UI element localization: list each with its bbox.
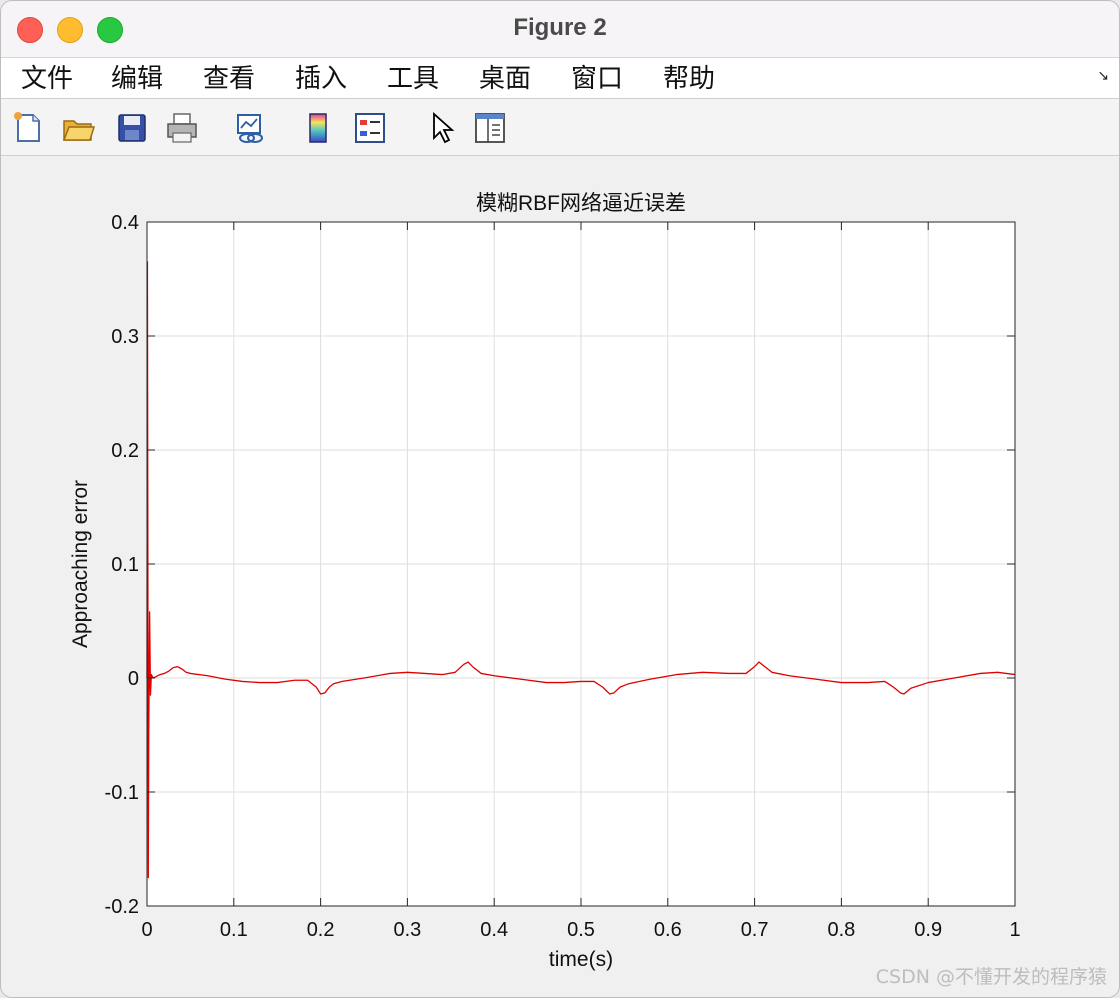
menu-help[interactable]: 帮助 <box>663 62 715 96</box>
menu-edit[interactable]: 编辑 <box>111 62 163 96</box>
menu-bar: 文件 编辑 查看 插入 工具 桌面 窗口 帮助 ↘ <box>1 58 1119 99</box>
edit-plot-arrow-icon[interactable] <box>425 111 459 145</box>
link-plot-icon[interactable] <box>233 111 267 145</box>
new-figure-icon[interactable] <box>11 111 45 145</box>
chart-title: 模糊RBF网络逼近误差 <box>476 192 686 215</box>
window-title: Figure 2 <box>513 14 607 41</box>
y-tick-label: -0.1 <box>105 782 139 804</box>
menu-view[interactable]: 查看 <box>203 62 255 96</box>
y-tick-label: -0.2 <box>105 896 139 918</box>
x-tick-label: 1 <box>1009 919 1020 941</box>
x-tick-label: 0.9 <box>914 919 942 941</box>
menu-window[interactable]: 窗口 <box>571 62 623 96</box>
title-bar[interactable]: Figure 2 <box>1 1 1119 58</box>
x-tick-label: 0.7 <box>741 919 769 941</box>
legend-icon[interactable] <box>353 111 387 145</box>
menu-desktop[interactable]: 桌面 <box>479 62 531 96</box>
save-icon[interactable] <box>115 111 149 145</box>
y-axis-label: Approaching error <box>69 480 92 648</box>
x-tick-label: 0.4 <box>480 919 508 941</box>
figure-toolbar <box>1 99 1119 156</box>
x-tick-label: 0.3 <box>393 919 421 941</box>
colorbar-icon[interactable] <box>301 111 335 145</box>
y-tick-label: 0.4 <box>111 212 139 234</box>
y-tick-label: 0.3 <box>111 326 139 348</box>
y-tick-label: 0.2 <box>111 440 139 462</box>
watermark: CSDN @不懂开发的程序猿 <box>875 966 1107 988</box>
figure-canvas: 0 0.1 0.2 0.3 0.4 0.5 0.6 0.7 0.8 0.9 1 -0.2 -0.1 0 0.… <box>1 156 1119 997</box>
x-tick-label: 0.5 <box>567 919 595 941</box>
menu-file[interactable]: 文件 <box>21 62 73 96</box>
line-chart[interactable]: 0 0.1 0.2 0.3 0.4 0.5 0.6 0.7 0.8 0.9 1 -0.2 -0.1 0 0.… <box>1 156 1119 997</box>
x-tick-label: 0.2 <box>307 919 335 941</box>
x-tick-label: 0 <box>141 919 152 941</box>
x-tick-label: 0.1 <box>220 919 248 941</box>
property-inspector-icon[interactable] <box>473 111 507 145</box>
x-tick-label: 0.8 <box>827 919 855 941</box>
dock-arrow-icon[interactable]: ↘ <box>1097 68 1109 84</box>
x-tick-label: 0.6 <box>654 919 682 941</box>
y-tick-label: 0.1 <box>111 554 139 576</box>
figure-window: Figure 2 文件 编辑 查看 插入 工具 桌面 窗口 帮助 ↘ 0 0.1… <box>0 0 1120 998</box>
print-icon[interactable] <box>165 111 199 145</box>
y-tick-label: 0 <box>128 668 139 690</box>
menu-tools[interactable]: 工具 <box>387 62 439 96</box>
x-axis-label: time(s) <box>549 948 613 971</box>
open-file-icon[interactable] <box>61 111 95 145</box>
menu-insert[interactable]: 插入 <box>295 62 347 96</box>
